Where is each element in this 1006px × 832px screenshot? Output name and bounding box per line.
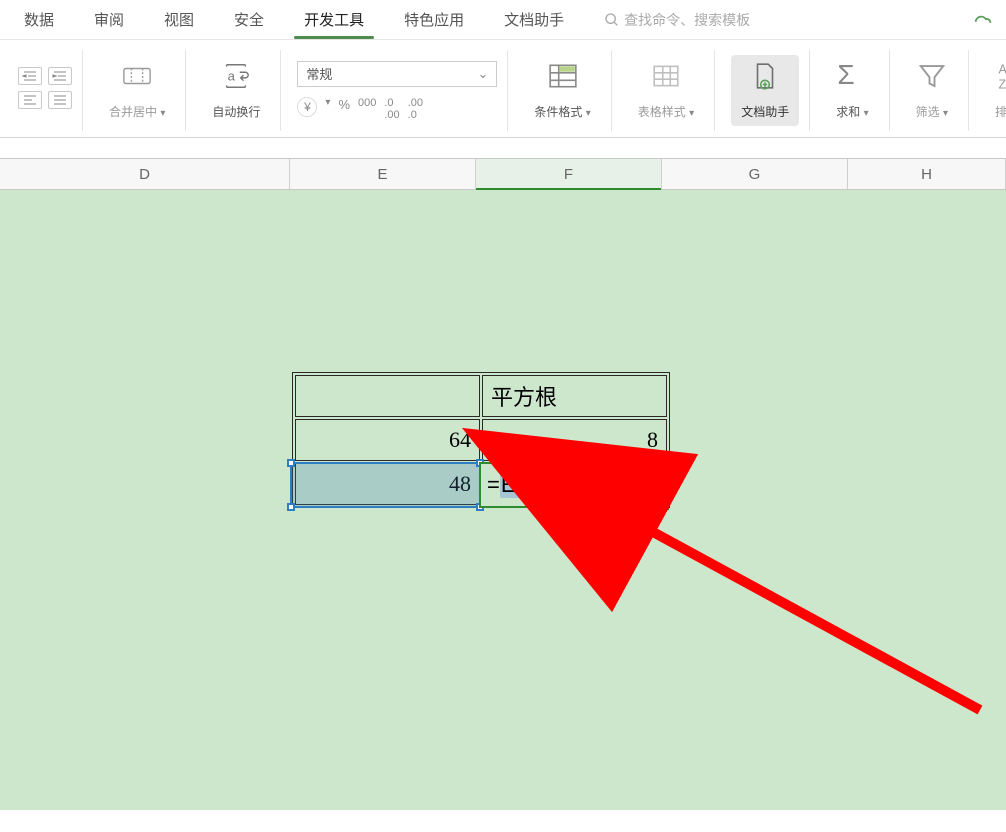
search-placeholder: 查找命令、搜索模板 [624,10,750,30]
sort-icon: AZ [996,61,1006,91]
sum-label: 求和 ▾ [836,103,868,120]
doc-helper-group: 文档助手 [721,50,810,131]
header-sqrt-cell[interactable]: 平方根 [482,375,667,417]
decrease-decimal-button[interactable]: .00.0 [408,97,423,121]
format-value: 常规 [306,64,332,83]
column-header-D[interactable]: D [0,159,290,189]
column-header-F[interactable]: F [476,159,662,189]
sort-label: 排序 ▾ [995,103,1006,120]
indent-group [4,50,83,131]
search-icon [604,12,620,28]
funnel-icon [917,61,947,91]
ribbon-toolbar: 合并居中 ▾ a 自动换行 常规 ⌄ ¥ ▾ % 000 .0.00 .00.0… [0,40,1006,138]
value-cell-64[interactable]: 64 [295,419,480,461]
merge-group: 合并居中 ▾ [89,50,186,131]
formula-cell-ref: E19 [500,472,541,498]
table-row: 平方根 [295,375,667,417]
table-style-icon [651,61,681,91]
wrap-label: 自动换行 [212,103,260,120]
chevron-down-icon: ⌄ [478,66,489,82]
tab-special[interactable]: 特色应用 [384,0,484,39]
referenced-cell-highlight [290,462,481,508]
result-cell-8[interactable]: 8 [482,419,667,461]
currency-chevron[interactable]: ▾ [325,97,330,121]
spreadsheet-area: D E F G H 平方根 64 8 48 [0,158,1006,832]
sort-button[interactable]: AZ 排序 ▾ [985,61,1006,120]
sigma-icon: Σ [837,61,867,91]
align-left-button[interactable] [18,91,42,109]
tab-dev-tools[interactable]: 开发工具 [284,0,384,39]
header-empty-cell[interactable] [295,375,480,417]
filter-label: 筛选 ▾ [916,103,948,120]
conditional-format-icon [548,61,578,91]
increase-decimal-button[interactable]: .0.00 [384,97,399,121]
doc-helper-icon [750,61,780,91]
cond-fmt-group: 条件格式 ▾ [514,50,611,131]
sum-group: Σ 求和 ▾ [816,50,889,131]
increase-indent-button[interactable] [48,67,72,85]
doc-helper-button[interactable]: 文档助手 [731,55,799,126]
svg-text:A: A [999,63,1006,77]
wrap-group: a 自动换行 [192,50,281,131]
tab-data[interactable]: 数据 [4,0,74,39]
command-search[interactable]: 查找命令、搜索模板 [604,10,750,30]
doc-helper-label: 文档助手 [741,103,789,120]
formula-suffix: ^0.5 [541,472,582,498]
tab-view[interactable]: 视图 [144,0,214,39]
merge-center-button[interactable]: 合并居中 ▾ [99,61,175,120]
number-format-group: 常规 ⌄ ¥ ▾ % 000 .0.00 .00.0 [287,50,508,131]
number-format-dropdown[interactable]: 常规 ⌄ [297,61,497,87]
svg-text:a: a [228,69,236,84]
column-header-row: D E F G H [0,158,1006,190]
filter-group: 筛选 ▾ [896,50,969,131]
tab-review[interactable]: 审阅 [74,0,144,39]
decrease-indent-button[interactable] [18,67,42,85]
sort-group: AZ 排序 ▾ [975,50,1006,131]
percent-button[interactable]: % [338,97,350,121]
tab-doc-helper[interactable]: 文档助手 [484,0,584,39]
table-row: 64 8 [295,419,667,461]
wrap-text-button[interactable]: a 自动换行 [202,61,270,120]
cloud-sync-icon[interactable] [972,9,994,31]
fill-handle[interactable] [661,502,669,510]
currency-button[interactable]: ¥ [297,97,317,117]
active-formula-cell[interactable]: =E19^0.5 [479,462,667,508]
merge-label: 合并居中 ▾ [109,103,165,120]
filter-button[interactable]: 筛选 ▾ [906,61,958,120]
align-justify-button[interactable] [48,91,72,109]
column-header-H[interactable]: H [848,159,1006,189]
cell-grid[interactable]: 平方根 64 8 48 =E19^0.5 [0,190,1006,810]
tab-security[interactable]: 安全 [214,0,284,39]
formula-prefix: = [487,472,500,498]
wrap-icon: a [221,61,251,91]
cond-fmt-label: 条件格式 ▾ [534,103,590,120]
column-header-G[interactable]: G [662,159,848,189]
table-style-label: 表格样式 ▾ [638,103,694,120]
conditional-format-button[interactable]: 条件格式 ▾ [524,61,600,120]
autosum-button[interactable]: Σ 求和 ▾ [826,61,878,120]
column-header-E[interactable]: E [290,159,476,189]
table-style-button[interactable]: 表格样式 ▾ [628,61,704,120]
table-style-group: 表格样式 ▾ [618,50,715,131]
merge-icon [122,61,152,91]
menu-tabs: 数据 审阅 视图 安全 开发工具 特色应用 文档助手 查找命令、搜索模板 [0,0,1006,40]
comma-style-button[interactable]: 000 [358,97,376,121]
svg-text:Z: Z [999,78,1006,92]
